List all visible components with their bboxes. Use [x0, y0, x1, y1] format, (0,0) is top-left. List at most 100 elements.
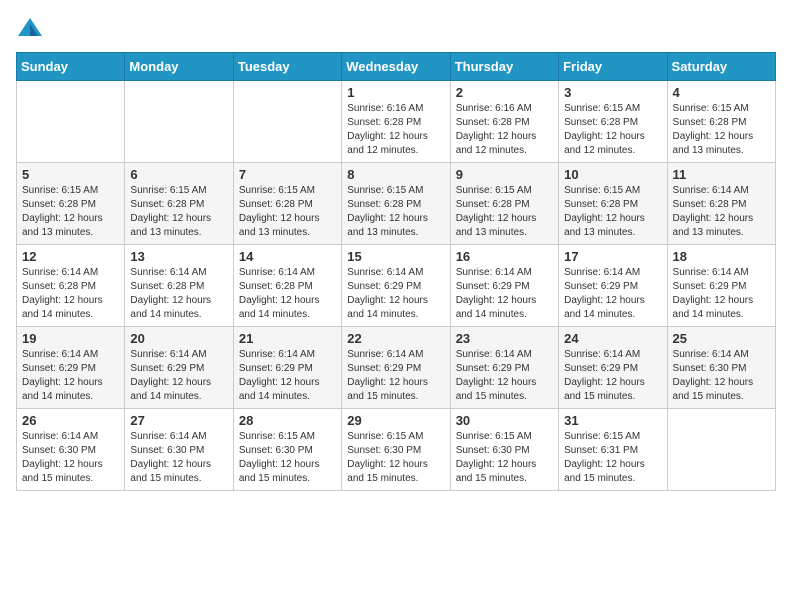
- day-number: 16: [456, 249, 553, 264]
- day-number: 19: [22, 331, 119, 346]
- weekday-header: Wednesday: [342, 53, 450, 81]
- calendar-cell: 6 Sunrise: 6:15 AM Sunset: 6:28 PM Daylig…: [125, 163, 233, 245]
- calendar-cell: 20Sunrise: 6:14 AM Sunset: 6:29 PM Dayli…: [125, 327, 233, 409]
- day-info: Sunrise: 6:15 AM Sunset: 6:28 PM Dayligh…: [22, 184, 119, 240]
- calendar-cell: 3 Sunrise: 6:15 AM Sunset: 6:28 PM Daylig…: [559, 81, 667, 163]
- day-info: Sunrise: 6:14 AM Sunset: 6:29 PM Dayligh…: [673, 266, 770, 322]
- day-info: Sunrise: 6:14 AM Sunset: 6:29 PM Dayligh…: [564, 348, 661, 404]
- day-number: 22: [347, 331, 444, 346]
- calendar-cell: [17, 81, 125, 163]
- day-info: Sunrise: 6:15 AM Sunset: 6:28 PM Dayligh…: [564, 102, 661, 158]
- day-info: Sunrise: 6:15 AM Sunset: 6:28 PM Dayligh…: [239, 184, 336, 240]
- day-info: Sunrise: 6:16 AM Sunset: 6:28 PM Dayligh…: [456, 102, 553, 158]
- calendar-cell: 28 Sunrise: 6:15 AM Sunset: 6:30 PM Dayli…: [233, 409, 341, 491]
- day-number: 4: [673, 85, 770, 100]
- calendar-header-row: SundayMondayTuesdayWednesdayThursdayFrid…: [17, 53, 776, 81]
- day-number: 13: [130, 249, 227, 264]
- calendar-cell: 25Sunrise: 6:14 AM Sunset: 6:30 PM Dayli…: [667, 327, 775, 409]
- calendar-cell: [233, 81, 341, 163]
- calendar-cell: 18Sunrise: 6:14 AM Sunset: 6:29 PM Dayli…: [667, 245, 775, 327]
- day-info: Sunrise: 6:14 AM Sunset: 6:30 PM Dayligh…: [130, 430, 227, 486]
- day-info: Sunrise: 6:15 AM Sunset: 6:30 PM Dayligh…: [347, 430, 444, 486]
- calendar-cell: 24Sunrise: 6:14 AM Sunset: 6:29 PM Dayli…: [559, 327, 667, 409]
- day-number: 8: [347, 167, 444, 182]
- day-info: Sunrise: 6:14 AM Sunset: 6:29 PM Dayligh…: [347, 266, 444, 322]
- calendar-cell: 5 Sunrise: 6:15 AM Sunset: 6:28 PM Daylig…: [17, 163, 125, 245]
- day-number: 26: [22, 413, 119, 428]
- day-number: 31: [564, 413, 661, 428]
- calendar-cell: 15 Sunrise: 6:14 AM Sunset: 6:29 PM Dayli…: [342, 245, 450, 327]
- weekday-header: Monday: [125, 53, 233, 81]
- calendar-cell: 13Sunrise: 6:14 AM Sunset: 6:28 PM Dayli…: [125, 245, 233, 327]
- day-number: 29: [347, 413, 444, 428]
- day-info: Sunrise: 6:15 AM Sunset: 6:28 PM Dayligh…: [130, 184, 227, 240]
- calendar-cell: [667, 409, 775, 491]
- day-info: Sunrise: 6:14 AM Sunset: 6:29 PM Dayligh…: [456, 266, 553, 322]
- day-info: Sunrise: 6:15 AM Sunset: 6:30 PM Dayligh…: [239, 430, 336, 486]
- calendar-cell: 7 Sunrise: 6:15 AM Sunset: 6:28 PM Daylig…: [233, 163, 341, 245]
- day-number: 15: [347, 249, 444, 264]
- day-info: Sunrise: 6:15 AM Sunset: 6:28 PM Dayligh…: [673, 102, 770, 158]
- calendar-cell: [125, 81, 233, 163]
- day-info: Sunrise: 6:15 AM Sunset: 6:30 PM Dayligh…: [456, 430, 553, 486]
- calendar-cell: 30 Sunrise: 6:15 AM Sunset: 6:30 PM Dayli…: [450, 409, 558, 491]
- calendar-cell: 16 Sunrise: 6:14 AM Sunset: 6:29 PM Dayli…: [450, 245, 558, 327]
- calendar-cell: 31 Sunrise: 6:15 AM Sunset: 6:31 PM Dayli…: [559, 409, 667, 491]
- calendar-cell: 10Sunrise: 6:15 AM Sunset: 6:28 PM Dayli…: [559, 163, 667, 245]
- calendar-cell: 17 Sunrise: 6:14 AM Sunset: 6:29 PM Dayli…: [559, 245, 667, 327]
- calendar-cell: 21 Sunrise: 6:14 AM Sunset: 6:29 PM Dayli…: [233, 327, 341, 409]
- page-header: [16, 16, 776, 44]
- logo-icon: [16, 16, 44, 44]
- day-info: Sunrise: 6:16 AM Sunset: 6:28 PM Dayligh…: [347, 102, 444, 158]
- day-number: 11: [673, 167, 770, 182]
- day-info: Sunrise: 6:14 AM Sunset: 6:28 PM Dayligh…: [239, 266, 336, 322]
- weekday-header: Thursday: [450, 53, 558, 81]
- weekday-header: Tuesday: [233, 53, 341, 81]
- day-info: Sunrise: 6:14 AM Sunset: 6:29 PM Dayligh…: [564, 266, 661, 322]
- day-info: Sunrise: 6:14 AM Sunset: 6:29 PM Dayligh…: [239, 348, 336, 404]
- day-number: 30: [456, 413, 553, 428]
- day-number: 7: [239, 167, 336, 182]
- day-number: 6: [130, 167, 227, 182]
- day-number: 5: [22, 167, 119, 182]
- calendar-week-row: 1 Sunrise: 6:16 AM Sunset: 6:28 PM Daylig…: [17, 81, 776, 163]
- day-number: 28: [239, 413, 336, 428]
- day-number: 27: [130, 413, 227, 428]
- day-info: Sunrise: 6:14 AM Sunset: 6:28 PM Dayligh…: [673, 184, 770, 240]
- calendar-week-row: 12 Sunrise: 6:14 AM Sunset: 6:28 PM Dayli…: [17, 245, 776, 327]
- day-number: 3: [564, 85, 661, 100]
- day-info: Sunrise: 6:15 AM Sunset: 6:28 PM Dayligh…: [347, 184, 444, 240]
- day-number: 2: [456, 85, 553, 100]
- day-number: 21: [239, 331, 336, 346]
- day-number: 17: [564, 249, 661, 264]
- weekday-header: Friday: [559, 53, 667, 81]
- day-info: Sunrise: 6:14 AM Sunset: 6:30 PM Dayligh…: [22, 430, 119, 486]
- day-info: Sunrise: 6:14 AM Sunset: 6:29 PM Dayligh…: [347, 348, 444, 404]
- calendar-week-row: 5 Sunrise: 6:15 AM Sunset: 6:28 PM Daylig…: [17, 163, 776, 245]
- day-number: 12: [22, 249, 119, 264]
- calendar-cell: 1 Sunrise: 6:16 AM Sunset: 6:28 PM Daylig…: [342, 81, 450, 163]
- calendar-cell: 23 Sunrise: 6:14 AM Sunset: 6:29 PM Dayli…: [450, 327, 558, 409]
- day-info: Sunrise: 6:15 AM Sunset: 6:31 PM Dayligh…: [564, 430, 661, 486]
- calendar-cell: 29 Sunrise: 6:15 AM Sunset: 6:30 PM Dayli…: [342, 409, 450, 491]
- calendar-cell: 9 Sunrise: 6:15 AM Sunset: 6:28 PM Daylig…: [450, 163, 558, 245]
- day-number: 9: [456, 167, 553, 182]
- calendar-week-row: 19 Sunrise: 6:14 AM Sunset: 6:29 PM Dayli…: [17, 327, 776, 409]
- day-info: Sunrise: 6:14 AM Sunset: 6:29 PM Dayligh…: [130, 348, 227, 404]
- calendar-cell: 11 Sunrise: 6:14 AM Sunset: 6:28 PM Dayli…: [667, 163, 775, 245]
- calendar-cell: 4 Sunrise: 6:15 AM Sunset: 6:28 PM Daylig…: [667, 81, 775, 163]
- calendar-cell: 14Sunrise: 6:14 AM Sunset: 6:28 PM Dayli…: [233, 245, 341, 327]
- weekday-header: Sunday: [17, 53, 125, 81]
- day-info: Sunrise: 6:14 AM Sunset: 6:29 PM Dayligh…: [22, 348, 119, 404]
- day-info: Sunrise: 6:15 AM Sunset: 6:28 PM Dayligh…: [456, 184, 553, 240]
- calendar-cell: 8 Sunrise: 6:15 AM Sunset: 6:28 PM Daylig…: [342, 163, 450, 245]
- day-info: Sunrise: 6:14 AM Sunset: 6:28 PM Dayligh…: [22, 266, 119, 322]
- day-number: 23: [456, 331, 553, 346]
- day-number: 1: [347, 85, 444, 100]
- day-info: Sunrise: 6:14 AM Sunset: 6:29 PM Dayligh…: [456, 348, 553, 404]
- day-info: Sunrise: 6:14 AM Sunset: 6:30 PM Dayligh…: [673, 348, 770, 404]
- calendar-week-row: 26 Sunrise: 6:14 AM Sunset: 6:30 PM Dayli…: [17, 409, 776, 491]
- logo: [16, 16, 48, 44]
- calendar-cell: 2 Sunrise: 6:16 AM Sunset: 6:28 PM Daylig…: [450, 81, 558, 163]
- day-info: Sunrise: 6:15 AM Sunset: 6:28 PM Dayligh…: [564, 184, 661, 240]
